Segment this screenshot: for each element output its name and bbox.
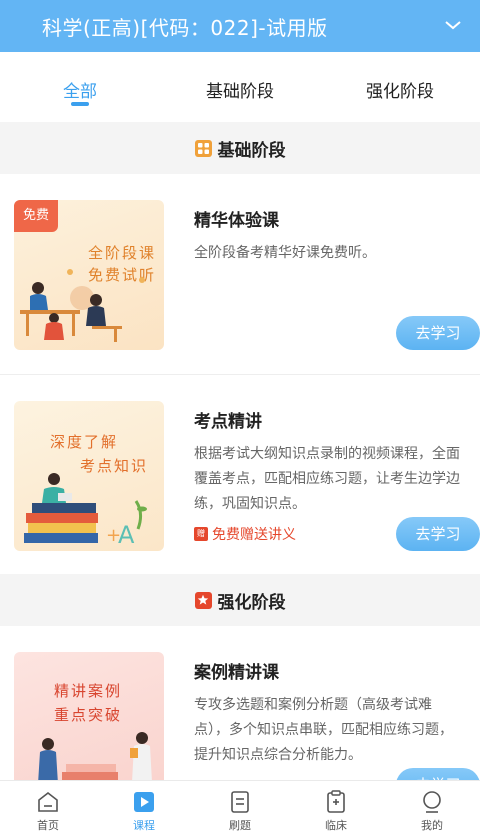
active-tab-indicator — [71, 102, 89, 106]
nav-label: 临床 — [325, 819, 347, 832]
section-header-basic: 基础阶段 — [0, 122, 480, 174]
svg-text:+: + — [106, 525, 121, 546]
reading-illustration: A + — [24, 473, 147, 549]
course-description: 根据考试大纲知识点录制的视频课程，全面覆盖考点，匹配相应练习题，让考生边学边练，… — [194, 446, 460, 512]
course-thumbnail: 免费 全阶段课 免费试听 — [14, 200, 164, 350]
nav-courses[interactable]: 课程 — [96, 781, 192, 836]
bottom-navigation: 首页 课程 刷题 临床 我的 — [0, 780, 480, 836]
start-learning-button[interactable]: 去学习 — [396, 316, 480, 350]
nav-label: 刷题 — [229, 819, 251, 832]
nav-profile[interactable]: 我的 — [384, 781, 480, 836]
course-list[interactable]: 基础阶段 免费 全阶段课 免费试听 精华体验课 全阶段备考精华好课免费听。 去学… — [0, 122, 480, 780]
course-info: 考点精讲 根据考试大纲知识点录制的视频课程，全面覆盖考点，匹配相应练习题，让考生… — [194, 401, 480, 574]
grid-icon — [194, 139, 212, 157]
tab-label: 基础阶段 — [206, 82, 274, 102]
nav-label: 课程 — [133, 819, 155, 832]
chevron-down-icon[interactable] — [444, 18, 462, 32]
gift-notice: 赠 免费赠送讲义 — [194, 524, 296, 544]
nav-clinical[interactable]: 临床 — [288, 781, 384, 836]
course-title: 考点精讲 — [194, 412, 262, 432]
course-card[interactable]: 精讲案例 重点突破 案例精讲课 专攻多选题和案例分析题（高级考试难点），多个知识… — [0, 626, 480, 780]
star-icon — [194, 591, 212, 609]
app-screen: 科学(正高)[代码：022]-试用版 全部 基础阶段 强化阶段 基础阶段 免费 … — [0, 0, 480, 836]
play-icon — [134, 792, 154, 812]
profile-icon — [423, 791, 441, 813]
section-title: 基础阶段 — [217, 140, 286, 161]
tab-label: 强化阶段 — [366, 82, 434, 102]
document-icon — [231, 791, 249, 813]
section-header-advanced: 强化阶段 — [0, 574, 480, 626]
course-info: 案例精讲课 专攻多选题和案例分析题（高级考试难点），多个知识点串联，匹配相应练习… — [194, 652, 480, 780]
tab-basic-stage[interactable]: 基础阶段 — [160, 52, 320, 122]
gift-label: 免费赠送讲义 — [212, 527, 296, 543]
tab-label: 全部 — [63, 82, 97, 102]
course-description: 专攻多选题和案例分析题（高级考试难点），多个知识点串联，匹配相应练习题，提升知识… — [194, 697, 453, 763]
gift-icon: 赠 — [194, 527, 208, 541]
study-illustration — [20, 269, 145, 342]
course-description: 全阶段备考精华好课免费听。 — [194, 245, 376, 261]
course-title: 精华体验课 — [194, 211, 279, 231]
nav-practice[interactable]: 刷题 — [192, 781, 288, 836]
start-learning-button[interactable]: 去学习 — [396, 517, 480, 551]
nav-label: 我的 — [421, 819, 443, 832]
section-cards-advanced: 精讲案例 重点突破 案例精讲课 专攻多选题和案例分析题（高级考试难点），多个知识… — [0, 626, 480, 780]
stage-tabs: 全部 基础阶段 强化阶段 — [0, 52, 480, 122]
nav-home[interactable]: 首页 — [0, 781, 96, 836]
section-cards-basic: 免费 全阶段课 免费试听 精华体验课 全阶段备考精华好课免费听。 去学习 深度了… — [0, 174, 480, 574]
discussion-illustration — [38, 732, 152, 780]
exam-title[interactable]: 科学(正高)[代码：022]-试用版 — [42, 12, 328, 41]
tab-advanced-stage[interactable]: 强化阶段 — [320, 52, 480, 122]
home-icon — [38, 791, 58, 812]
clipboard-icon — [327, 790, 345, 813]
tab-all[interactable]: 全部 — [0, 52, 160, 122]
start-learning-button[interactable]: 去学习 — [396, 768, 480, 780]
course-thumbnail: 精讲案例 重点突破 — [14, 652, 164, 780]
course-thumbnail: 深度了解 考点知识 A + — [14, 401, 164, 551]
nav-label: 首页 — [37, 819, 59, 832]
course-title: 案例精讲课 — [194, 663, 279, 683]
section-title: 强化阶段 — [217, 592, 286, 613]
header-bar[interactable]: 科学(正高)[代码：022]-试用版 — [0, 0, 480, 52]
course-card[interactable]: 深度了解 考点知识 A + 考点精讲 根据考试大纲知识点录制的视频课程，全面覆盖… — [0, 374, 480, 574]
course-card[interactable]: 免费 全阶段课 免费试听 精华体验课 全阶段备考精华好课免费听。 去学习 — [0, 174, 480, 374]
course-info: 精华体验课 全阶段备考精华好课免费听。 去学习 — [194, 200, 480, 374]
